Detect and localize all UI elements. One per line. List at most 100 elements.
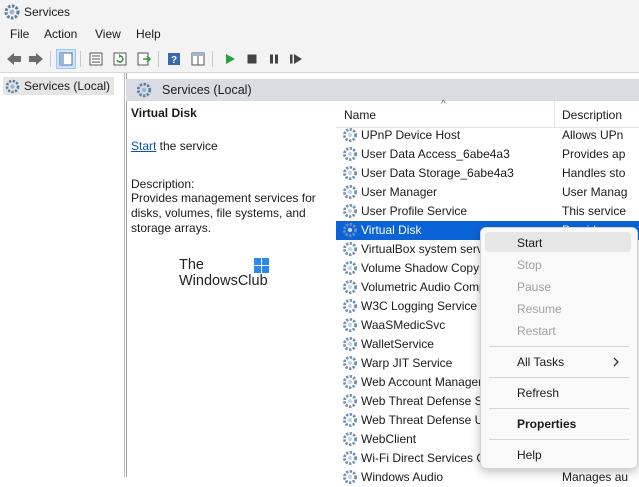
pane-header-title: Services (Local) <box>162 83 252 97</box>
service-description: Manages au <box>562 470 629 484</box>
toolbar-separator <box>212 51 213 67</box>
console-tree: Services (Local) <box>0 73 125 477</box>
menu-item-refresh[interactable]: Refresh <box>517 386 559 400</box>
watermark-line2: WindowsClub <box>179 273 268 289</box>
service-gear-icon <box>343 147 357 161</box>
selected-service-title: Virtual Disk <box>131 106 197 120</box>
menu-item-restart: Restart <box>517 324 556 338</box>
service-description: Allows UPn <box>562 128 624 142</box>
services-gear-icon <box>136 82 152 98</box>
service-gear-icon <box>343 318 357 332</box>
back-icon[interactable] <box>4 49 24 69</box>
toolbar-separator <box>80 51 81 67</box>
service-gear-icon <box>343 128 357 142</box>
tree-node-services-local[interactable]: Services (Local) <box>3 77 115 95</box>
description-label: Description: <box>131 177 195 191</box>
show-hide-tree-icon[interactable] <box>56 49 76 69</box>
service-description-panel: Virtual Disk Start the service Descripti… <box>131 106 321 236</box>
menu-item-properties[interactable]: Properties <box>517 417 576 431</box>
toolbar: ? <box>0 46 639 73</box>
service-row[interactable]: User Data Access_6abe4a3 Provides ap <box>336 145 639 164</box>
sort-arrow-icon: ^ <box>441 99 446 110</box>
toolbar-separator <box>50 51 51 67</box>
column-divider[interactable] <box>554 101 555 127</box>
menu-item-help[interactable]: Help <box>517 448 542 462</box>
service-gear-icon <box>343 185 357 199</box>
context-menu: Start Stop Pause Resume Restart All Task… <box>480 227 638 469</box>
tree-node-label: Services (Local) <box>24 79 111 93</box>
menu-help[interactable]: Help <box>136 27 161 41</box>
service-gear-icon <box>343 337 357 351</box>
service-name: Windows Audio <box>361 470 444 484</box>
svg-text:?: ? <box>171 55 177 66</box>
start-service-suffix: the service <box>156 139 218 153</box>
menu-separator <box>489 439 629 440</box>
service-name: UPnP Device Host <box>361 128 461 142</box>
menu-separator <box>489 377 629 378</box>
services-gear-icon <box>5 79 20 93</box>
service-gear-icon <box>343 375 357 389</box>
windowsclub-watermark: The WindowsClub <box>179 257 269 289</box>
console-tree-icon[interactable] <box>188 49 208 69</box>
service-row[interactable]: UPnP Device Host Allows UPn <box>336 126 639 145</box>
service-gear-icon <box>343 223 357 237</box>
service-row[interactable]: User Profile Service This service <box>336 202 639 221</box>
service-name: User Data Storage_6abe4a3 <box>361 166 514 180</box>
description-text: Provides management services for disks, … <box>131 191 316 235</box>
service-name: User Data Access_6abe4a3 <box>361 147 510 161</box>
pause-icon[interactable] <box>264 49 284 69</box>
refresh-icon[interactable] <box>110 49 130 69</box>
service-name: User Manager <box>361 185 438 199</box>
export-icon[interactable] <box>134 49 154 69</box>
start-icon[interactable] <box>220 49 240 69</box>
menu-item-stop: Stop <box>517 258 542 272</box>
service-row[interactable]: User Manager User Manag <box>336 183 639 202</box>
menu-separator <box>489 346 629 347</box>
toolbar-separator <box>158 51 159 67</box>
window-title: Services <box>24 5 71 19</box>
pane-header: Services (Local) <box>126 79 639 101</box>
service-gear-icon <box>343 242 357 256</box>
service-description: This service <box>562 204 627 218</box>
service-description: Handles sto <box>562 166 626 180</box>
menu-bar: File Action View Help <box>0 24 639 46</box>
menu-item-resume: Resume <box>517 302 562 316</box>
column-description[interactable]: Description <box>562 108 622 122</box>
stop-icon[interactable] <box>242 49 262 69</box>
service-gear-icon <box>343 166 357 180</box>
service-description: User Manag <box>562 185 628 199</box>
restart-icon[interactable] <box>286 49 306 69</box>
service-gear-icon <box>343 413 357 427</box>
menu-separator <box>489 408 629 409</box>
service-gear-icon <box>343 261 357 275</box>
services-gear-icon <box>4 4 20 20</box>
service-gear-icon <box>343 299 357 313</box>
service-gear-icon <box>343 394 357 408</box>
title-bar: Services <box>0 0 639 24</box>
service-gear-icon <box>343 451 357 465</box>
context-menu-highlight <box>485 232 631 252</box>
service-row[interactable]: Windows Audio Manages au <box>336 468 639 487</box>
column-header: ^ Name Description <box>336 99 639 128</box>
service-gear-icon <box>343 356 357 370</box>
service-row[interactable]: User Data Storage_6abe4a3 Handles sto <box>336 164 639 183</box>
menu-item-start[interactable]: Start <box>517 236 542 250</box>
menu-action[interactable]: Action <box>44 27 77 41</box>
menu-view[interactable]: View <box>95 27 121 41</box>
service-gear-icon <box>343 280 357 294</box>
menu-item-pause: Pause <box>517 280 552 294</box>
service-description: Provides ap <box>562 147 626 161</box>
service-gear-icon <box>343 470 357 484</box>
submenu-chevron-icon <box>613 357 619 367</box>
service-gear-icon <box>343 432 357 446</box>
windows-logo-icon <box>254 258 269 273</box>
menu-file[interactable]: File <box>10 27 29 41</box>
forward-icon[interactable] <box>26 49 46 69</box>
service-name: User Profile Service <box>361 204 468 218</box>
properties-icon[interactable] <box>86 49 106 69</box>
menu-item-all-tasks[interactable]: All Tasks <box>517 355 564 369</box>
service-gear-icon <box>343 204 357 218</box>
help-icon[interactable]: ? <box>164 49 184 69</box>
column-name[interactable]: Name <box>344 108 376 122</box>
start-service-link[interactable]: Start <box>131 139 156 153</box>
